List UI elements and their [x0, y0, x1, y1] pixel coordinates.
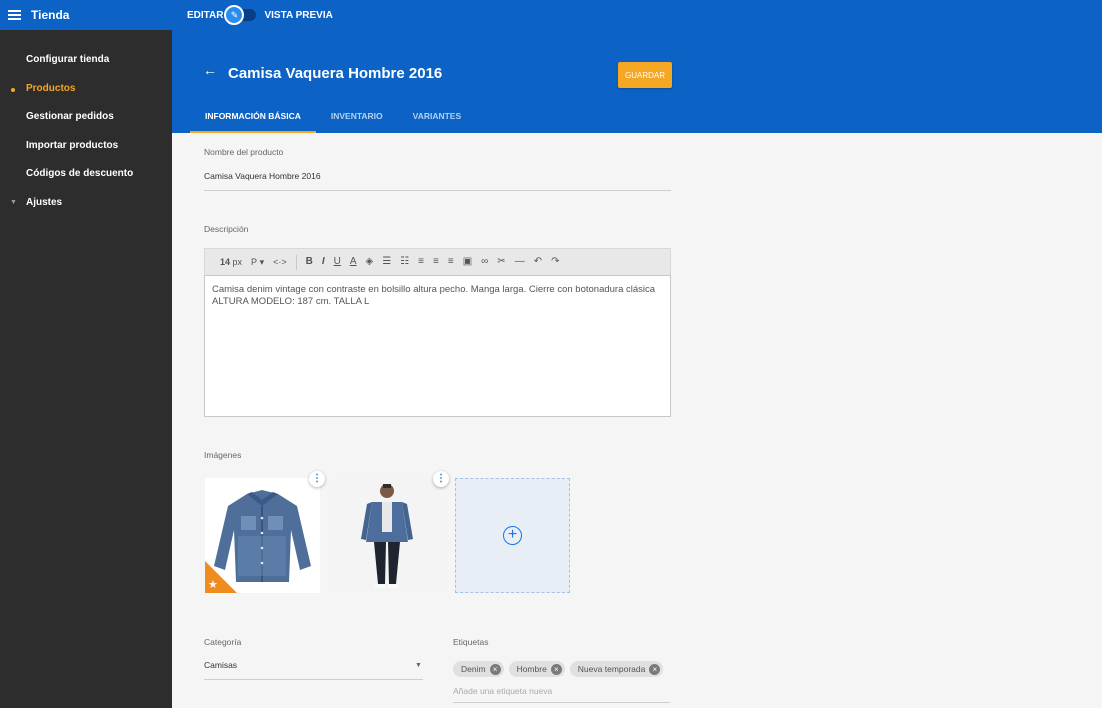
top-bar: EDITAR ✎ VISTA PREVIA — [172, 0, 1102, 30]
edit-mode-label[interactable]: EDITAR — [187, 10, 223, 21]
redo-icon[interactable]: ↷ — [551, 257, 559, 267]
image-icon[interactable]: ▣ — [463, 257, 472, 267]
tag-chip-label: Hombre — [516, 664, 547, 674]
sidebar-header: Tienda — [0, 0, 172, 30]
tag-chip-label: Denim — [461, 664, 486, 674]
mode-toggle[interactable]: ✎ — [224, 5, 257, 25]
sidebar-item-label: Gestionar pedidos — [26, 111, 114, 122]
remove-tag-icon[interactable]: × — [550, 663, 562, 675]
sidebar-item-label: Configurar tienda — [26, 54, 110, 65]
sidebar-item-codigos-descuento[interactable]: Códigos de descuento — [0, 160, 172, 189]
sidebar-item-productos[interactable]: Productos — [0, 75, 172, 104]
align-center-icon[interactable]: ≡ — [433, 257, 439, 267]
category-underline — [204, 679, 423, 680]
code-icon[interactable]: <·> — [273, 257, 287, 267]
plus-circle-icon: + — [503, 526, 522, 545]
star-icon: ★ — [208, 579, 218, 591]
unlink-icon[interactable]: ✂ — [497, 257, 505, 267]
remove-tag-icon[interactable]: × — [649, 663, 661, 675]
tag-chip: Nueva temporada × — [569, 661, 664, 677]
description-text-line: Camisa denim vintage con contraste en bo… — [212, 284, 656, 295]
product-image-model[interactable] — [330, 478, 445, 593]
undo-icon[interactable]: ↶ — [534, 257, 542, 267]
product-image-shirt[interactable]: ★ — [205, 478, 320, 593]
dropdown-caret-icon[interactable]: ▼ — [415, 662, 422, 669]
images-label: Imágenes — [204, 450, 242, 460]
preview-mode-label[interactable]: VISTA PREVIA — [264, 10, 332, 21]
sidebar-item-label: Productos — [26, 82, 76, 94]
tag-chip: Hombre × — [508, 661, 565, 677]
remove-tag-icon[interactable]: × — [489, 663, 501, 675]
underline-icon[interactable]: U — [334, 257, 341, 267]
sidebar-item-importar-productos[interactable]: Importar productos — [0, 132, 172, 161]
product-name-field[interactable]: Camisa Vaquera Hombre 2016 — [204, 171, 321, 181]
tag-chip-label: Nueva temporada — [577, 664, 646, 674]
link-icon[interactable]: ∞ — [481, 257, 488, 267]
tab-bar: INFORMACIÓN BÁSICA INVENTARIO VARIANTES — [190, 105, 476, 133]
font-size-unit: px — [232, 256, 243, 267]
editor-toolbar: 14 px P ▾ <·> B I U A ◈ ☰ ☷ ≡ ≡ ≡ ▣ ∞ ✂ … — [204, 248, 671, 275]
page-title: Camisa Vaquera Hombre 2016 — [228, 65, 443, 82]
font-size-select[interactable]: 14 px — [220, 256, 243, 267]
tag-chips: Denim × Hombre × Nueva temporada × — [453, 661, 668, 677]
image-options-icon[interactable]: ⋮ — [309, 471, 325, 487]
description-label: Descripción — [204, 224, 249, 234]
add-image-button[interactable]: + — [455, 478, 570, 593]
sidebar-nav: Configurar tienda Productos Gestionar pe… — [0, 30, 172, 217]
sidebar-item-ajustes[interactable]: ▼ Ajustes — [0, 189, 172, 218]
tags-label: Etiquetas — [453, 637, 489, 647]
save-button[interactable]: GUARDAR — [618, 62, 672, 88]
category-select[interactable]: Camisas — [204, 660, 237, 670]
tag-chip: Denim × — [453, 661, 504, 677]
tag-input-underline — [453, 702, 670, 703]
product-name-label: Nombre del producto — [204, 147, 284, 157]
caret-down-icon: ▼ — [10, 198, 17, 206]
sidebar-item-label: Códigos de descuento — [26, 168, 134, 179]
product-name-underline — [204, 190, 671, 191]
bullet-list-icon[interactable]: ☰ — [382, 257, 391, 267]
sidebar-item-configurar-tienda[interactable]: Configurar tienda — [0, 46, 172, 75]
sidebar: Tienda Configurar tienda Productos Gesti… — [0, 0, 172, 708]
align-right-icon[interactable]: ≡ — [448, 257, 454, 267]
image-options-icon[interactable]: ⋮ — [433, 471, 449, 487]
italic-icon[interactable]: I — [322, 257, 325, 267]
description-editor[interactable]: Camisa denim vintage con contraste en bo… — [204, 275, 671, 417]
paragraph-select[interactable]: P ▾ — [251, 256, 264, 267]
font-size-value: 14 — [220, 256, 231, 267]
numbered-list-icon[interactable]: ☷ — [400, 257, 409, 267]
tab-variantes[interactable]: VARIANTES — [398, 105, 477, 133]
bold-icon[interactable]: B — [306, 257, 313, 267]
toolbar-divider — [295, 254, 297, 270]
product-header: ← Camisa Vaquera Hombre 2016 GUARDAR INF… — [172, 30, 1102, 133]
back-arrow-icon[interactable]: ← — [203, 62, 217, 78]
font-color-icon[interactable]: A — [350, 257, 357, 267]
tab-informacion-basica[interactable]: INFORMACIÓN BÁSICA — [190, 105, 316, 133]
menu-icon[interactable] — [8, 10, 21, 20]
category-label: Categoría — [204, 637, 242, 647]
fill-color-icon[interactable]: ◈ — [366, 257, 374, 267]
sidebar-item-label: Ajustes — [26, 196, 63, 208]
align-left-icon[interactable]: ≡ — [418, 257, 424, 267]
sidebar-item-gestionar-pedidos[interactable]: Gestionar pedidos — [0, 103, 172, 132]
paragraph-label: P — [251, 256, 258, 267]
sidebar-item-label: Importar productos — [26, 139, 119, 151]
horizontal-rule-icon[interactable]: — — [515, 257, 525, 267]
active-indicator-icon — [11, 87, 15, 92]
app-title: Tienda — [31, 8, 70, 22]
pencil-icon: ✎ — [224, 5, 245, 25]
description-text-line: ALTURA MODELO: 187 cm. TALLA L — [212, 296, 370, 307]
tab-inventario[interactable]: INVENTARIO — [316, 105, 398, 133]
model-wearing-shirt-image — [330, 478, 445, 593]
new-tag-input[interactable] — [453, 686, 670, 696]
